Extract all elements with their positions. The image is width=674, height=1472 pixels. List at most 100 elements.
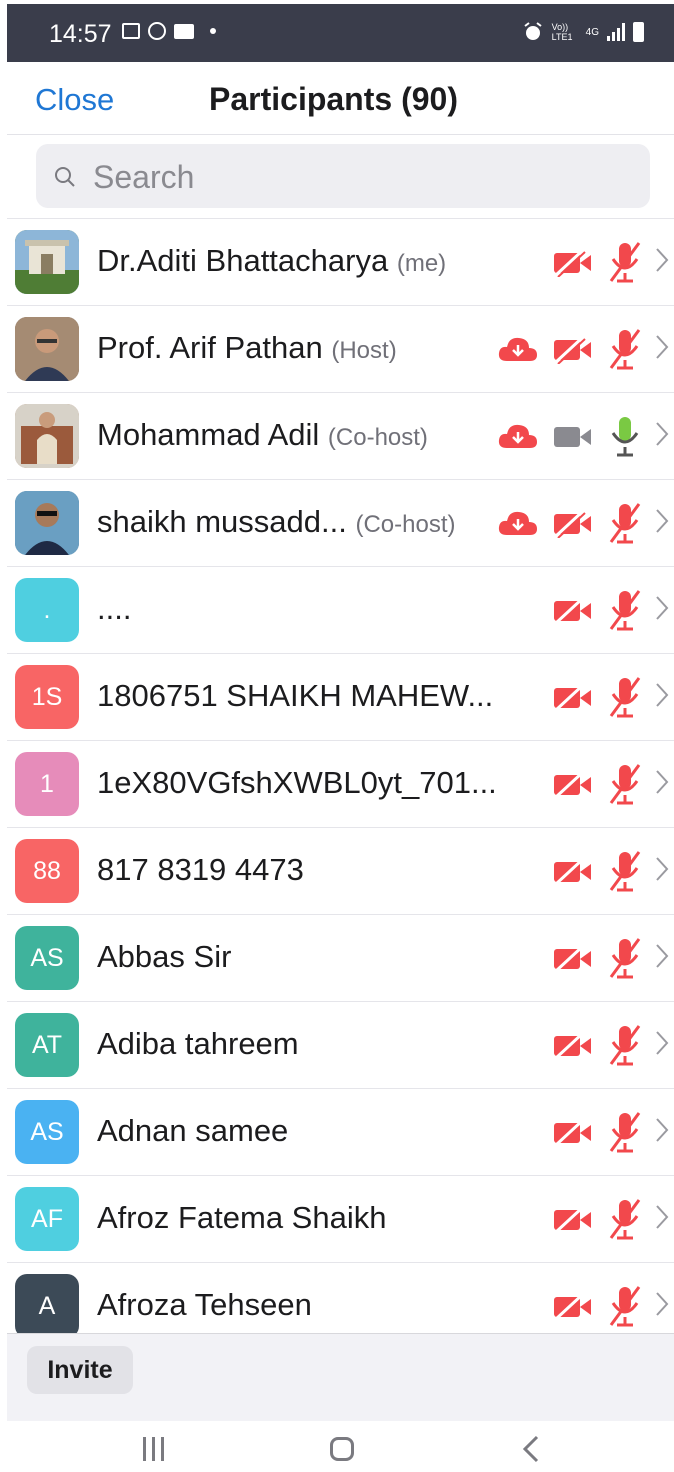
participant-name: Afroza Tehseen	[97, 1287, 312, 1322]
home-icon[interactable]	[330, 1437, 354, 1461]
participant-name: shaikh mussadd... (Co-host)	[97, 504, 456, 539]
mic-muted-icon[interactable]	[607, 1198, 643, 1240]
avatar: 1S	[15, 665, 79, 729]
mic-muted-icon[interactable]	[607, 241, 643, 283]
mic-muted-icon[interactable]	[607, 1285, 643, 1327]
participant-row[interactable]: 1S 1806751 SHAIKH MAHEW...	[7, 653, 674, 740]
mic-muted-icon[interactable]	[607, 850, 643, 892]
participant-row[interactable]: AS Abbas Sir	[7, 914, 674, 1001]
cloud-recording-icon	[498, 424, 537, 448]
participant-row[interactable]: Dr.Aditi Bhattacharya (me)	[7, 218, 674, 305]
search-input[interactable]: Search	[36, 144, 650, 208]
mic-on-icon[interactable]	[607, 415, 643, 457]
search-placeholder: Search	[93, 159, 195, 195]
page-title: Participants (90)	[209, 81, 458, 117]
video-off-icon[interactable]	[553, 1293, 593, 1321]
back-icon[interactable]	[522, 1435, 540, 1463]
notification-icons	[122, 22, 216, 40]
participant-list: Dr.Aditi Bhattacharya (me) Prof. Arif Pa…	[7, 218, 674, 1349]
participant-row[interactable]: 88 817 8319 4473	[7, 827, 674, 914]
gallery-icon	[122, 23, 140, 39]
more-dot-icon	[210, 28, 216, 34]
video-off-icon[interactable]	[553, 597, 593, 625]
participant-row[interactable]: AF Afroz Fatema Shaikh	[7, 1175, 674, 1262]
mic-muted-icon[interactable]	[607, 676, 643, 718]
network-label: 4G	[585, 26, 599, 38]
avatar: .	[15, 578, 79, 642]
chevron-right-icon[interactable]	[655, 1117, 669, 1143]
video-off-icon[interactable]	[553, 771, 593, 799]
participant-row[interactable]: Mohammad Adil (Co-host)	[7, 392, 674, 479]
system-icons: Vo)) LTE1 4G	[522, 21, 644, 43]
video-off-icon[interactable]	[553, 1032, 593, 1060]
participant-row[interactable]: shaikh mussadd... (Co-host)	[7, 479, 674, 566]
person-photo-icon	[15, 317, 79, 381]
chevron-right-icon[interactable]	[655, 1030, 669, 1056]
avatar: AS	[15, 1100, 79, 1164]
video-off-icon[interactable]	[553, 1206, 593, 1234]
cloud-recording-icon	[498, 511, 537, 535]
video-off-icon[interactable]	[553, 510, 593, 538]
chevron-right-icon[interactable]	[655, 856, 669, 882]
video-off-icon[interactable]	[553, 336, 593, 364]
mic-muted-icon[interactable]	[607, 1024, 643, 1066]
participant-row[interactable]: AT Adiba tahreem	[7, 1001, 674, 1088]
participant-name: Adiba tahreem	[97, 1026, 299, 1061]
close-button[interactable]: Close	[35, 82, 114, 118]
monument-photo-icon	[15, 404, 79, 468]
invite-button[interactable]: Invite	[27, 1346, 133, 1394]
battery-icon	[633, 22, 644, 42]
video-icon[interactable]	[553, 423, 593, 451]
cloud-recording-icon	[498, 337, 537, 361]
mic-muted-icon[interactable]	[607, 763, 643, 805]
avatar: 88	[15, 839, 79, 903]
participant-name: 1806751 SHAIKH MAHEW...	[97, 678, 494, 713]
volte-label: Vo)) LTE1	[551, 22, 573, 42]
sync-icon	[148, 22, 166, 40]
video-off-icon[interactable]	[553, 249, 593, 277]
message-icon	[174, 23, 194, 39]
participant-row[interactable]: Prof. Arif Pathan (Host)	[7, 305, 674, 392]
mic-muted-icon[interactable]	[607, 328, 643, 370]
recent-apps-icon[interactable]	[143, 1437, 164, 1461]
mic-muted-icon[interactable]	[607, 589, 643, 631]
participant-name: Abbas Sir	[97, 939, 232, 974]
chevron-right-icon[interactable]	[655, 508, 669, 534]
avatar	[15, 404, 79, 468]
chevron-right-icon[interactable]	[655, 682, 669, 708]
video-off-icon[interactable]	[553, 1119, 593, 1147]
participant-name: 817 8319 4473	[97, 852, 304, 887]
chevron-right-icon[interactable]	[655, 334, 669, 360]
video-off-icon[interactable]	[553, 945, 593, 973]
mic-muted-icon[interactable]	[607, 502, 643, 544]
chevron-right-icon[interactable]	[655, 1291, 669, 1317]
participant-name: ....	[97, 591, 132, 626]
chevron-right-icon[interactable]	[655, 247, 669, 273]
participant-row[interactable]: . ....	[7, 566, 674, 653]
search-icon	[55, 167, 75, 187]
avatar: AF	[15, 1187, 79, 1251]
chevron-right-icon[interactable]	[655, 1204, 669, 1230]
chevron-right-icon[interactable]	[655, 421, 669, 447]
mic-muted-icon[interactable]	[607, 937, 643, 979]
video-off-icon[interactable]	[553, 684, 593, 712]
participant-row[interactable]: 1 1eX80VGfshXWBL0yt_701...	[7, 740, 674, 827]
avatar: AT	[15, 1013, 79, 1077]
chevron-right-icon[interactable]	[655, 943, 669, 969]
chevron-right-icon[interactable]	[655, 769, 669, 795]
participant-row[interactable]: AS Adnan samee	[7, 1088, 674, 1175]
avatar	[15, 491, 79, 555]
status-bar: 14:57 Vo)) LTE1 4G	[7, 4, 674, 62]
participant-name: Adnan samee	[97, 1113, 289, 1148]
video-off-icon[interactable]	[553, 858, 593, 886]
mic-muted-icon[interactable]	[607, 1111, 643, 1153]
avatar	[15, 317, 79, 381]
avatar	[15, 230, 79, 294]
participant-name: Mohammad Adil (Co-host)	[97, 417, 428, 452]
signal-icon	[607, 23, 625, 41]
avatar: 1	[15, 752, 79, 816]
avatar: A	[15, 1274, 79, 1338]
participant-name: 1eX80VGfshXWBL0yt_701...	[97, 765, 497, 800]
chevron-right-icon[interactable]	[655, 595, 669, 621]
participant-name: Afroz Fatema Shaikh	[97, 1200, 387, 1235]
